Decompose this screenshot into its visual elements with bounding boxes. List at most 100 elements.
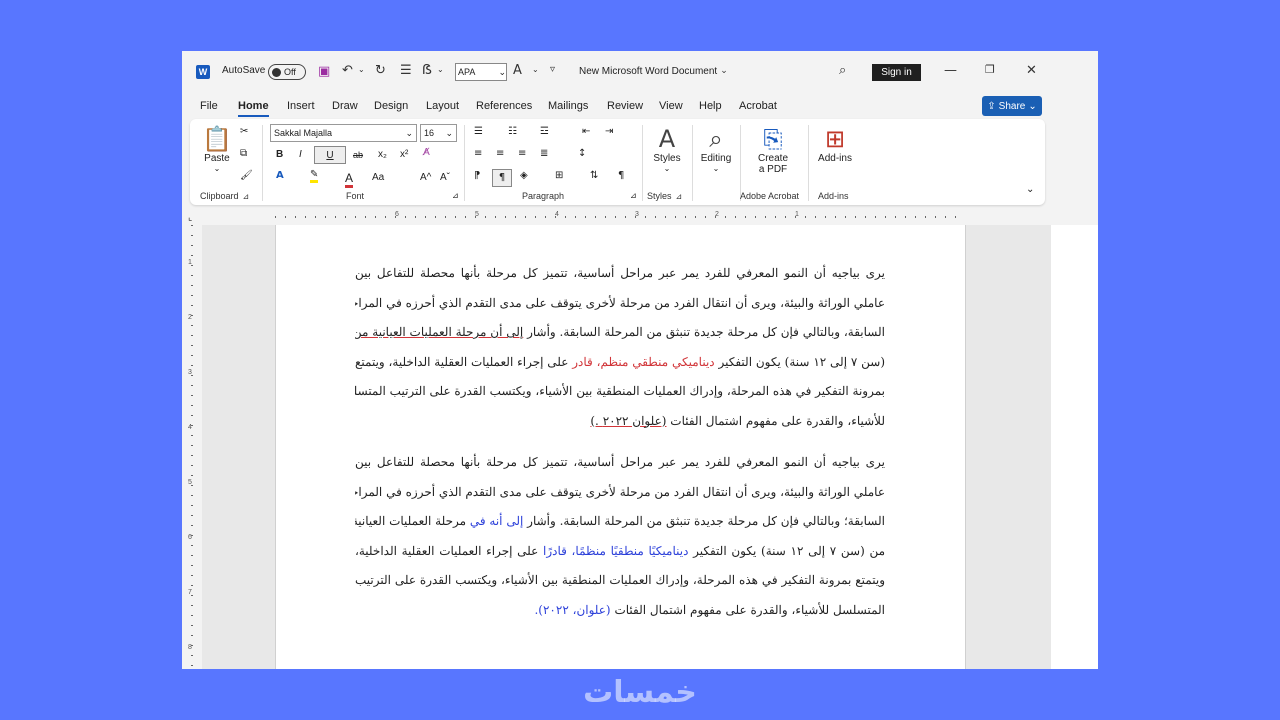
word-app-icon: W <box>196 65 210 79</box>
text-run: (سن ٧ إلى ١٢ سنة) يكون التفكير <box>714 354 885 369</box>
document-title[interactable]: New Microsoft Word Document ⌄ <box>579 66 728 77</box>
chevron-down-icon[interactable]: ⌄ <box>437 66 444 74</box>
text-effects-icon[interactable]: A <box>276 171 284 181</box>
customize-icon[interactable]: ▿ <box>550 65 555 75</box>
horizontal-ruler[interactable]: ⌞ 6 5 4 3 2 1 <box>182 209 1098 225</box>
text-line[interactable]: (سن ٧ إلى ١٢ سنة) يكون التفكير ديناميكي … <box>355 348 885 378</box>
paste-button[interactable]: 📋 Paste ⌄ <box>202 125 232 173</box>
strikethrough-button[interactable]: ab <box>353 150 363 160</box>
superscript-button[interactable]: x² <box>400 149 408 160</box>
grow-font-button[interactable]: A^ <box>420 172 431 183</box>
tracked-text: (علوان ٢٠٢٢ .) <box>590 413 667 428</box>
styles-button[interactable]: A Styles ⌄ <box>650 125 684 173</box>
font-name-select[interactable]: Sakkal Majalla ⌄ <box>270 124 417 142</box>
ruler-tick <box>191 455 193 456</box>
text-line[interactable]: للأشياء، والقدرة على مفهوم اشتمال الفئات… <box>355 407 885 437</box>
redo-icon[interactable]: ↻ <box>375 64 386 77</box>
shrink-font-button[interactable]: Aˇ <box>440 172 450 183</box>
ruler-number: 2 <box>715 211 719 218</box>
tab-acrobat[interactable]: Acrobat <box>739 100 777 112</box>
italic-button[interactable]: I <box>299 149 302 160</box>
copy-icon[interactable]: ⧉ <box>240 149 247 159</box>
numbering-icon[interactable]: ☷ <box>508 127 517 137</box>
text-line[interactable]: عاملي الوراثة والبيئة، ويرى أن انتقال ال… <box>355 478 885 508</box>
undo-icon[interactable]: ↶ <box>342 64 353 77</box>
chevron-down-icon: ⌄ <box>445 127 453 138</box>
text-line[interactable]: السابقة؛ وبالتالي فإن كل مرحلة جديدة تنب… <box>355 507 885 537</box>
rtl-icon[interactable]: ¶ <box>492 169 512 187</box>
tab-help[interactable]: Help <box>699 100 722 112</box>
sort-icon[interactable]: ⇅ <box>590 171 598 181</box>
tab-insert[interactable]: Insert <box>287 100 315 112</box>
style-select[interactable]: APA ⌄ <box>455 63 507 81</box>
line-spacing-icon[interactable]: ↕ <box>578 149 586 159</box>
bullets-icon[interactable]: ☰ <box>474 127 483 137</box>
multilevel-list-icon[interactable]: ☲ <box>540 127 549 137</box>
subscript-button[interactable]: x₂ <box>378 149 387 160</box>
tab-file[interactable]: File <box>200 100 218 112</box>
clear-formatting-icon[interactable]: A̸ <box>423 148 430 158</box>
bullets-icon[interactable]: ☰ <box>400 64 412 77</box>
restore-icon[interactable]: ❐ <box>985 64 995 75</box>
align-center-icon[interactable]: ≡ <box>496 149 504 159</box>
borders-icon[interactable]: ⊞ <box>555 171 563 181</box>
text-line[interactable]: من (سن ٧ إلى ١٢ سنة) يكون التفكير دينامي… <box>355 537 885 567</box>
tab-references[interactable]: References <box>476 100 532 112</box>
format-painter-icon[interactable]: 🖌 <box>240 171 253 181</box>
font-color-icon[interactable]: A <box>513 64 522 77</box>
chevron-down-icon[interactable]: ⌄ <box>532 66 539 74</box>
close-icon[interactable]: ✕ <box>1026 64 1037 77</box>
addins-button[interactable]: ⊞ Add-ins <box>814 125 856 164</box>
ruler-tick <box>191 615 193 616</box>
save-icon[interactable]: ▣ <box>318 65 330 78</box>
font-color-button[interactable]: A <box>345 171 354 188</box>
ltr-icon[interactable]: ⁋ <box>474 171 480 181</box>
search-icon[interactable]: ⌕ <box>839 64 846 77</box>
tab-design[interactable]: Design <box>374 100 408 112</box>
ruler-tick <box>191 565 193 566</box>
chevron-down-icon[interactable]: ⌄ <box>358 66 365 74</box>
tab-home[interactable]: Home <box>238 100 269 117</box>
tab-view[interactable]: View <box>659 100 683 112</box>
bold-button[interactable]: B <box>276 149 283 160</box>
paragraph-corrected[interactable]: يرى بياجيه أن النمو المعرفي للفرد يمر عب… <box>355 448 885 625</box>
align-left-icon[interactable]: ≡ <box>474 149 482 159</box>
cut-icon[interactable]: ✂ <box>240 127 248 137</box>
text-line[interactable]: يرى بياجيه أن النمو المعرفي للفرد يمر عب… <box>355 259 885 289</box>
format-painter-icon[interactable]: ẞ <box>422 64 432 77</box>
text-line[interactable]: بمرونة التفكير في هذه المرحلة، وإدراك ال… <box>355 377 885 407</box>
text-line[interactable]: المتسلسل للأشياء، والقدرة على مفهوم اشتم… <box>355 596 885 626</box>
text-line[interactable]: ويتمتع بمرونة التفكير في هذه المرحلة، وإ… <box>355 566 885 596</box>
autosave-toggle[interactable]: Off <box>268 64 306 80</box>
tab-mailings[interactable]: Mailings <box>548 100 588 112</box>
paragraph-original[interactable]: يرى بياجيه أن النمو المعرفي للفرد يمر عب… <box>355 259 885 436</box>
dialog-launcher-icon[interactable]: ⊿ <box>452 191 459 200</box>
tab-layout[interactable]: Layout <box>426 100 459 112</box>
minimize-icon[interactable]: — <box>944 64 957 77</box>
increase-indent-icon[interactable]: ⇥ <box>605 127 613 137</box>
editing-button[interactable]: ⌕ Editing ⌄ <box>695 125 737 173</box>
tab-review[interactable]: Review <box>607 100 643 112</box>
text-line[interactable]: عاملي الوراثة والبيئة، ويرى أن انتقال ال… <box>355 289 885 319</box>
shading-icon[interactable]: ◈ <box>520 171 528 181</box>
tab-selector-icon[interactable]: ⌞ <box>188 212 192 223</box>
underline-button[interactable]: U <box>314 146 346 164</box>
decrease-indent-icon[interactable]: ⇤ <box>582 127 590 137</box>
dialog-launcher-icon[interactable]: ⊿ <box>676 192 683 201</box>
dialog-launcher-icon[interactable]: ⊿ <box>630 191 637 200</box>
dialog-launcher-icon[interactable]: ⊿ <box>243 192 250 201</box>
font-size-select[interactable]: 16 ⌄ <box>420 124 457 142</box>
share-button[interactable]: ⇪ Share ⌄ <box>982 96 1042 116</box>
signin-button[interactable]: Sign in <box>872 64 921 81</box>
change-case-button[interactable]: Aa <box>372 172 384 183</box>
create-pdf-button[interactable]: ⎘ Create a PDF <box>748 125 798 175</box>
document-page[interactable]: يرى بياجيه أن النمو المعرفي للفرد يمر عب… <box>275 225 966 669</box>
tab-draw[interactable]: Draw <box>332 100 358 112</box>
text-line[interactable]: السابقة، وبالتالي فإن كل مرحلة جديدة تنب… <box>355 318 885 348</box>
show-marks-icon[interactable]: ¶ <box>618 171 624 181</box>
align-right-icon[interactable]: ≡ <box>518 149 526 159</box>
highlight-icon[interactable]: ✎ <box>310 170 319 183</box>
text-line[interactable]: يرى بياجيه أن النمو المعرفي للفرد يمر عب… <box>355 448 885 478</box>
justify-icon[interactable]: ≣ <box>540 149 548 159</box>
collapse-ribbon-icon[interactable]: ⌄ <box>1026 185 1034 195</box>
